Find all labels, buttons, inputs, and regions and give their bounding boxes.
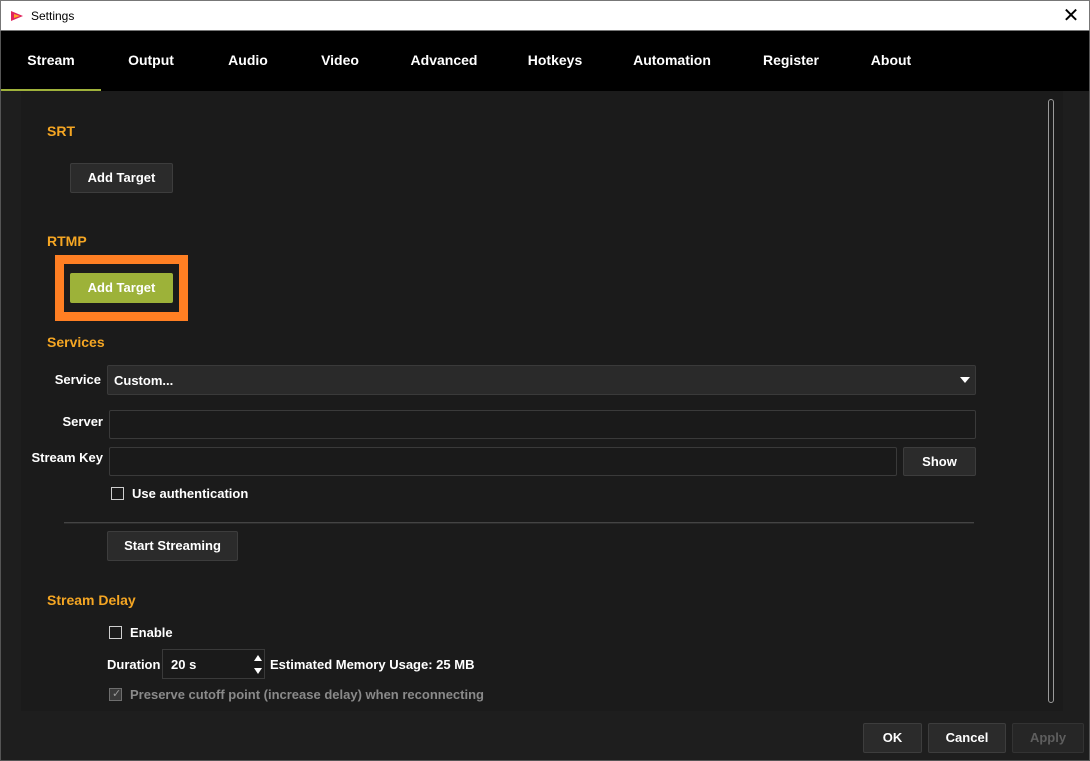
tab-register[interactable]: Register bbox=[749, 31, 833, 91]
tab-bar: Stream Output Audio Video Advanced Hotke… bbox=[0, 31, 1090, 91]
spin-down-icon[interactable] bbox=[254, 668, 262, 674]
show-key-button[interactable]: Show bbox=[903, 447, 976, 476]
use-authentication-label: Use authentication bbox=[132, 486, 249, 501]
tab-output[interactable]: Output bbox=[111, 31, 191, 91]
srt-section-title: SRT bbox=[47, 123, 75, 139]
use-authentication-checkbox[interactable] bbox=[111, 487, 124, 500]
service-select[interactable]: Custom... bbox=[107, 365, 976, 395]
preserve-cutoff-checkbox: ✓ bbox=[109, 687, 122, 701]
tab-audio[interactable]: Audio bbox=[213, 31, 283, 91]
memory-usage-text: Estimated Memory Usage: 25 MB bbox=[270, 657, 475, 672]
services-section-title: Services bbox=[47, 334, 105, 350]
app-logo-icon bbox=[11, 11, 23, 21]
tab-about[interactable]: About bbox=[857, 31, 925, 91]
title-bar: Settings ✕ bbox=[0, 0, 1090, 31]
stream-settings-panel: SRT Add Target RTMP Add Target Services … bbox=[21, 91, 1063, 711]
start-streaming-button[interactable]: Start Streaming bbox=[107, 531, 238, 561]
apply-button[interactable]: Apply bbox=[1012, 723, 1084, 753]
srt-add-target-button[interactable]: Add Target bbox=[70, 163, 173, 193]
stream-delay-section-title: Stream Delay bbox=[47, 592, 136, 608]
delay-enable-checkbox[interactable] bbox=[109, 626, 122, 639]
divider bbox=[64, 522, 974, 524]
service-select-value: Custom... bbox=[114, 373, 174, 388]
tab-stream[interactable]: Stream bbox=[1, 31, 101, 91]
duration-spinbox[interactable]: 20 s bbox=[162, 649, 265, 679]
duration-value: 20 s bbox=[171, 657, 197, 672]
tab-advanced[interactable]: Advanced bbox=[399, 31, 489, 91]
chevron-down-icon bbox=[960, 377, 970, 383]
delay-enable-label: Enable bbox=[130, 625, 173, 640]
tab-automation[interactable]: Automation bbox=[621, 31, 723, 91]
settings-content: SRT Add Target RTMP Add Target Services … bbox=[0, 91, 1090, 761]
server-label: Server bbox=[62, 414, 103, 429]
checkmark-icon: ✓ bbox=[112, 687, 122, 700]
stream-key-label: Stream Key bbox=[31, 450, 103, 465]
scrollbar[interactable] bbox=[1047, 99, 1055, 703]
spin-up-icon[interactable] bbox=[254, 655, 262, 661]
stream-key-input[interactable] bbox=[109, 447, 897, 476]
cancel-button[interactable]: Cancel bbox=[928, 723, 1006, 753]
window-title: Settings bbox=[31, 9, 75, 23]
duration-label: Duration bbox=[107, 657, 161, 672]
close-icon[interactable]: ✕ bbox=[1061, 5, 1081, 25]
scrollbar-thumb[interactable] bbox=[1048, 99, 1054, 703]
server-input[interactable] bbox=[109, 410, 976, 439]
tab-hotkeys[interactable]: Hotkeys bbox=[515, 31, 595, 91]
preserve-cutoff-label: Preserve cutoff point (increase delay) w… bbox=[130, 687, 484, 702]
rtmp-add-target-button[interactable]: Add Target bbox=[70, 273, 173, 303]
tab-video[interactable]: Video bbox=[305, 31, 375, 91]
rtmp-section-title: RTMP bbox=[47, 233, 87, 249]
ok-button[interactable]: OK bbox=[863, 723, 922, 753]
service-label: Service bbox=[54, 372, 101, 387]
